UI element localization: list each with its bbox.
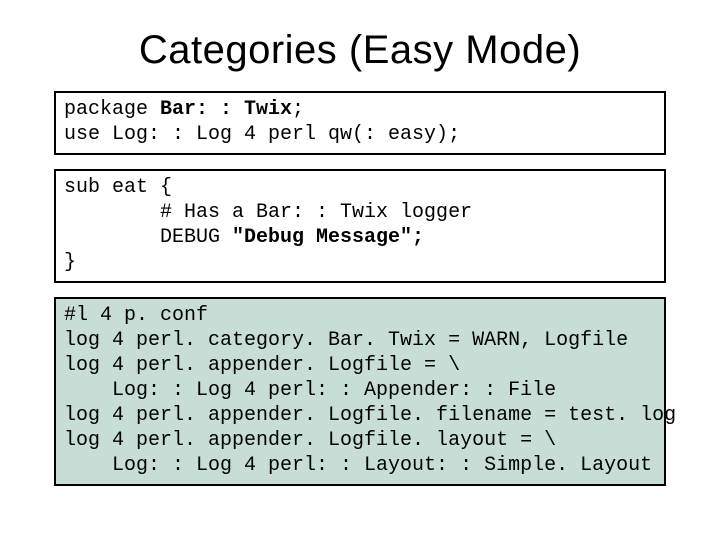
code-line: log 4 perl. appender. Logfile. layout = … bbox=[64, 428, 656, 453]
slide-title: Categories (Easy Mode) bbox=[54, 28, 666, 73]
code-line: package Bar: : Twix; bbox=[64, 97, 656, 122]
code-block-sub: sub eat { # Has a Bar: : Twix logger DEB… bbox=[54, 169, 666, 283]
code-line: sub eat { bbox=[64, 175, 656, 200]
code-line: } bbox=[64, 250, 656, 275]
code-block-package: package Bar: : Twix;use Log: : Log 4 per… bbox=[54, 91, 666, 155]
code-line: log 4 perl. category. Bar. Twix = WARN, … bbox=[64, 328, 656, 353]
code-line: Log: : Log 4 perl: : Layout: : Simple. L… bbox=[64, 453, 656, 478]
text: package bbox=[64, 98, 160, 121]
code-line: use Log: : Log 4 perl qw(: easy); bbox=[64, 122, 656, 147]
code-block-conf: #l 4 p. conflog 4 perl. category. Bar. T… bbox=[54, 297, 666, 486]
code-line: #l 4 p. conf bbox=[64, 303, 656, 328]
package-name: Bar: : Twix bbox=[160, 98, 292, 121]
code-line: log 4 perl. appender. Logfile. filename … bbox=[64, 403, 656, 428]
text: ; bbox=[292, 98, 304, 121]
slide: Categories (Easy Mode) package Bar: : Tw… bbox=[0, 0, 720, 540]
text: DEBUG bbox=[64, 226, 232, 249]
code-line: # Has a Bar: : Twix logger bbox=[64, 200, 656, 225]
code-line: DEBUG "Debug Message"; bbox=[64, 225, 656, 250]
debug-message: "Debug Message"; bbox=[232, 226, 424, 249]
code-line: Log: : Log 4 perl: : Appender: : File bbox=[64, 378, 656, 403]
code-line: log 4 perl. appender. Logfile = \ bbox=[64, 353, 656, 378]
